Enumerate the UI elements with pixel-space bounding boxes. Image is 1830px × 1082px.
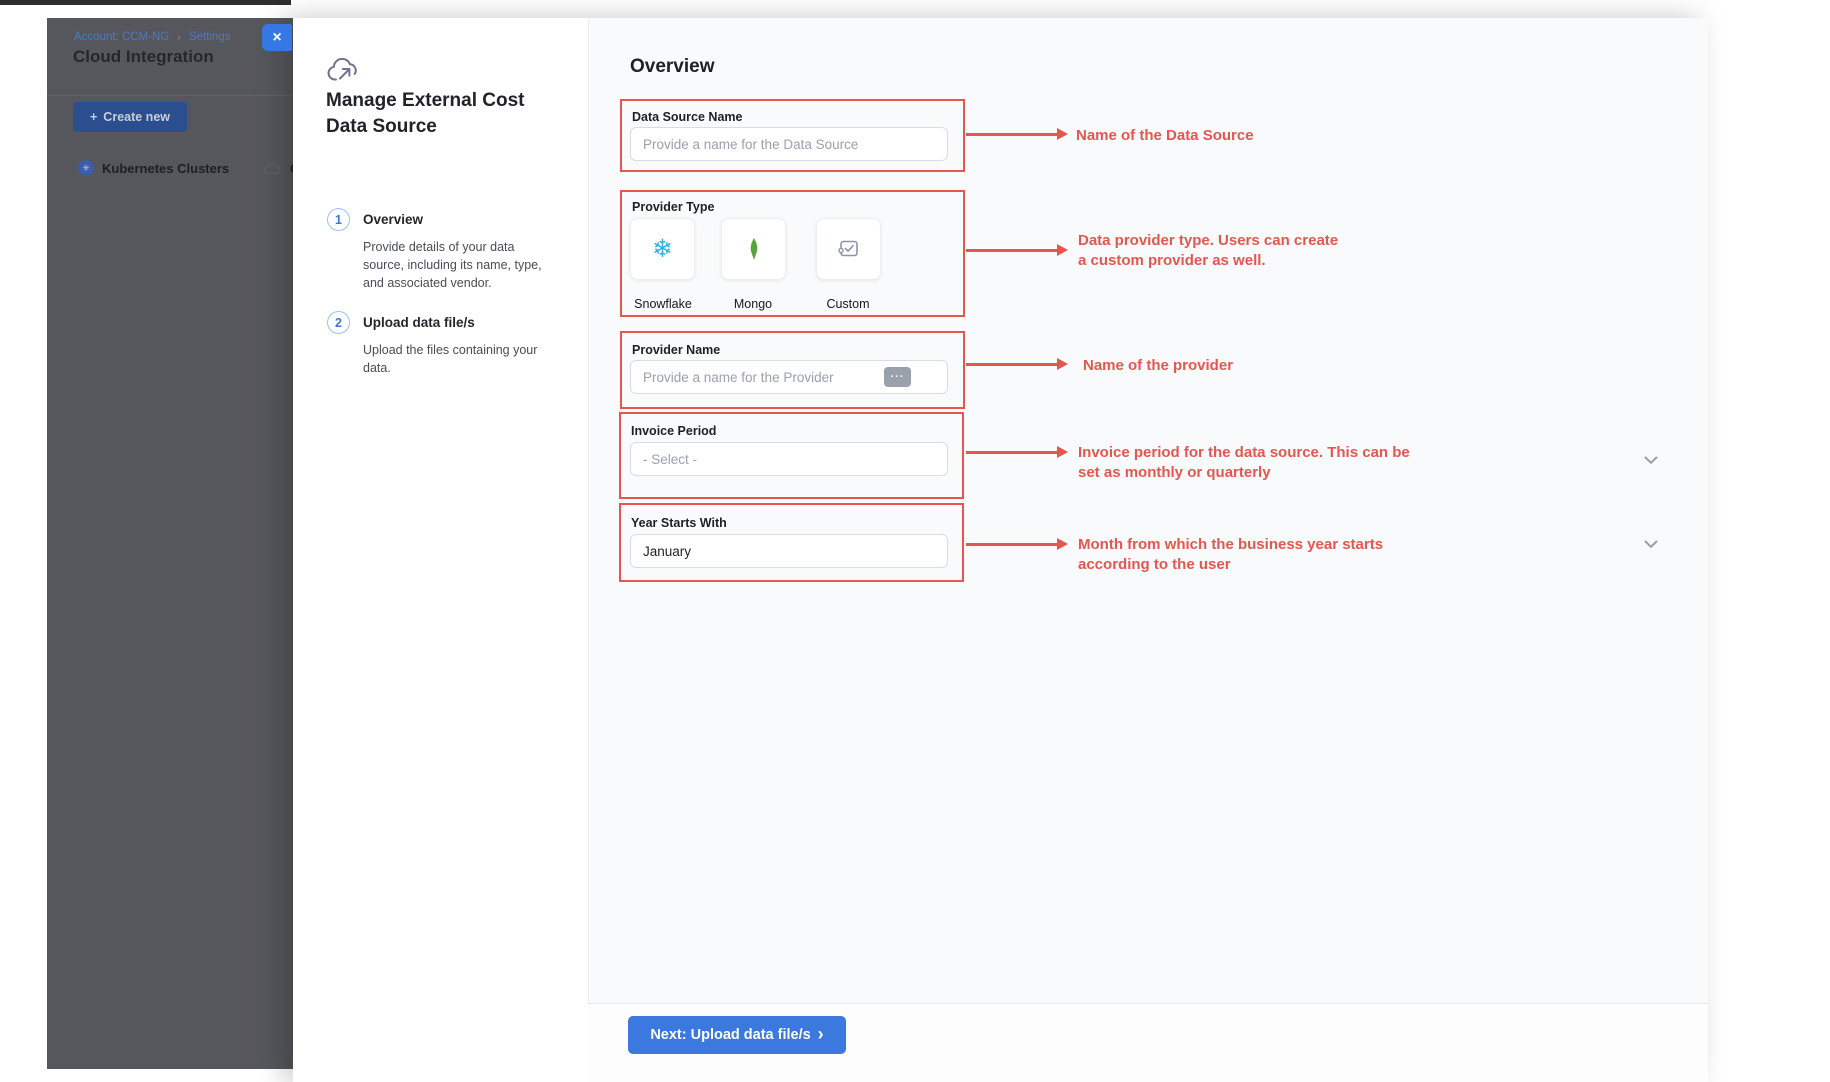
browser-edge-strip bbox=[0, 0, 291, 5]
year-starts-with-label: Year Starts With bbox=[631, 516, 727, 530]
annotation-text-year-starts-with: Month from which the business year start… bbox=[1078, 535, 1430, 574]
create-new-button[interactable]: + Create new bbox=[73, 102, 187, 132]
step-2-indicator[interactable]: 2 bbox=[327, 311, 350, 334]
snowflake-icon: ❄ bbox=[652, 237, 673, 262]
invoice-period-select[interactable]: - Select - bbox=[630, 442, 948, 476]
form-area bbox=[588, 18, 1708, 1003]
year-starts-with-select[interactable]: January bbox=[630, 534, 948, 568]
annotation-arrow-icon bbox=[966, 543, 1058, 546]
close-button[interactable]: × bbox=[262, 24, 292, 51]
breadcrumb-settings-link[interactable]: Settings bbox=[189, 31, 231, 43]
divider bbox=[47, 95, 293, 96]
step-1-label[interactable]: Overview bbox=[363, 212, 423, 227]
step-2-description: Upload the files containing your data. bbox=[363, 341, 555, 377]
mongo-leaf-icon bbox=[743, 236, 765, 262]
annotation-arrow-icon bbox=[966, 133, 1058, 136]
tab-cloud-accounts[interactable]: C bbox=[263, 154, 293, 182]
screen: Account: CCM-NG › Settings Cloud Integra… bbox=[0, 0, 1830, 1082]
data-source-name-input[interactable] bbox=[630, 127, 948, 161]
provider-name-label: Provider Name bbox=[632, 343, 720, 357]
drawer-title: Manage External Cost Data Source bbox=[326, 88, 538, 140]
close-icon: × bbox=[272, 29, 281, 47]
annotation-arrow-icon bbox=[966, 249, 1058, 252]
custom-provider-icon bbox=[835, 237, 862, 261]
create-new-label: Create new bbox=[103, 110, 170, 124]
annotation-text-invoice-period: Invoice period for the data source. This… bbox=[1078, 443, 1426, 482]
page-title: Cloud Integration bbox=[73, 47, 214, 67]
annotation-arrow-icon bbox=[966, 451, 1058, 454]
step-1-description: Provide details of your data source, inc… bbox=[363, 238, 555, 292]
background-page: Account: CCM-NG › Settings Cloud Integra… bbox=[47, 18, 293, 1069]
breadcrumb-separator-icon: › bbox=[177, 32, 180, 43]
tab-kubernetes-label: Kubernetes Clusters bbox=[102, 161, 229, 176]
breadcrumb: Account: CCM-NG › Settings bbox=[74, 31, 231, 43]
form-heading: Overview bbox=[630, 56, 715, 78]
cloud-export-icon bbox=[326, 56, 361, 91]
data-source-name-label: Data Source Name bbox=[632, 110, 742, 124]
plus-icon: + bbox=[90, 110, 97, 124]
provider-card-mongo[interactable] bbox=[721, 218, 786, 280]
breadcrumb-account-link[interactable]: Account: CCM-NG bbox=[74, 31, 169, 43]
provider-card-snowflake-label: Snowflake bbox=[613, 297, 713, 311]
invoice-period-label: Invoice Period bbox=[631, 424, 716, 438]
annotation-text-data-source-name: Name of the Data Source bbox=[1076, 126, 1386, 146]
provider-type-label: Provider Type bbox=[632, 200, 714, 214]
step-1-indicator[interactable]: 1 bbox=[327, 208, 350, 231]
cloud-icon bbox=[263, 161, 282, 176]
provider-card-mongo-label: Mongo bbox=[703, 297, 803, 311]
chevron-down-icon[interactable] bbox=[1644, 536, 1658, 554]
chevron-right-icon: › bbox=[818, 1025, 824, 1043]
kubernetes-icon: ✳ bbox=[78, 160, 94, 176]
expression-ellipsis-button[interactable]: ··· bbox=[884, 367, 911, 387]
provider-card-custom[interactable] bbox=[816, 218, 881, 280]
provider-card-custom-label: Custom bbox=[798, 297, 898, 311]
step-2-label[interactable]: Upload data file/s bbox=[363, 315, 475, 330]
provider-card-snowflake[interactable]: ❄ bbox=[630, 218, 695, 280]
chevron-down-icon[interactable] bbox=[1644, 452, 1658, 470]
annotation-text-provider-type: Data provider type. Users can create a c… bbox=[1078, 231, 1340, 270]
annotation-arrow-icon bbox=[966, 363, 1058, 366]
next-button-label: Next: Upload data file/s bbox=[650, 1027, 810, 1043]
annotation-text-provider-name: Name of the provider bbox=[1083, 356, 1383, 376]
tab-kubernetes-clusters[interactable]: ✳ Kubernetes Clusters bbox=[78, 154, 229, 182]
next-upload-button[interactable]: Next: Upload data file/s › bbox=[628, 1016, 846, 1054]
